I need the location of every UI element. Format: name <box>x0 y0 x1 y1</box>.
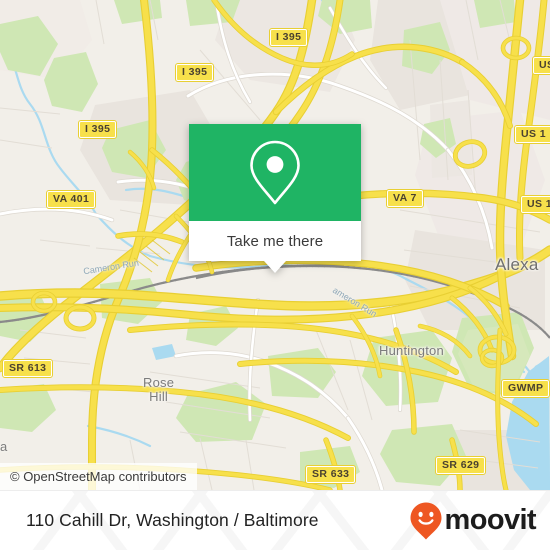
popup-tail-pointer <box>264 261 286 273</box>
map-pin-icon <box>250 140 300 204</box>
shield-sr629: SR 629 <box>434 456 487 475</box>
shield-sr613: SR 613 <box>1 359 54 378</box>
moovit-wordmark: moovit <box>444 504 537 536</box>
osm-attribution[interactable]: © OpenStreetMap contributors <box>0 463 197 490</box>
shield-va401: VA 401 <box>45 190 97 209</box>
shield-gwmp: GWMP <box>500 379 550 398</box>
location-popup-card[interactable]: Take me there <box>189 124 361 273</box>
shield-va7: VA 7 <box>386 189 424 208</box>
osm-attribution-text: © OpenStreetMap contributors <box>10 469 187 484</box>
popup-header <box>189 124 361 221</box>
shield-i395-top: I 395 <box>268 28 309 47</box>
shield-us1-top: US 1 <box>532 56 550 75</box>
shield-i395-left: I 395 <box>77 120 118 139</box>
shield-sr633: SR 633 <box>304 465 357 484</box>
footer-address-text: 110 Cahill Dr, Washington / Baltimore <box>26 510 319 530</box>
take-me-there-label: Take me there <box>226 232 324 250</box>
shield-i395-mid: I 395 <box>174 63 215 82</box>
shield-us1-lower: US 1 <box>520 195 550 214</box>
popup-footer[interactable]: Take me there <box>189 221 361 261</box>
moovit-logo[interactable]: moovit <box>409 501 537 541</box>
footer-bar: 110 Cahill Dr, Washington / Baltimore mo… <box>0 490 550 550</box>
shield-us1-mid: US 1 <box>514 125 550 144</box>
map-screen: .water { fill:#aadaf0; } .wstrm { fill:n… <box>0 0 550 550</box>
moovit-pin-smiley-icon <box>410 502 442 539</box>
